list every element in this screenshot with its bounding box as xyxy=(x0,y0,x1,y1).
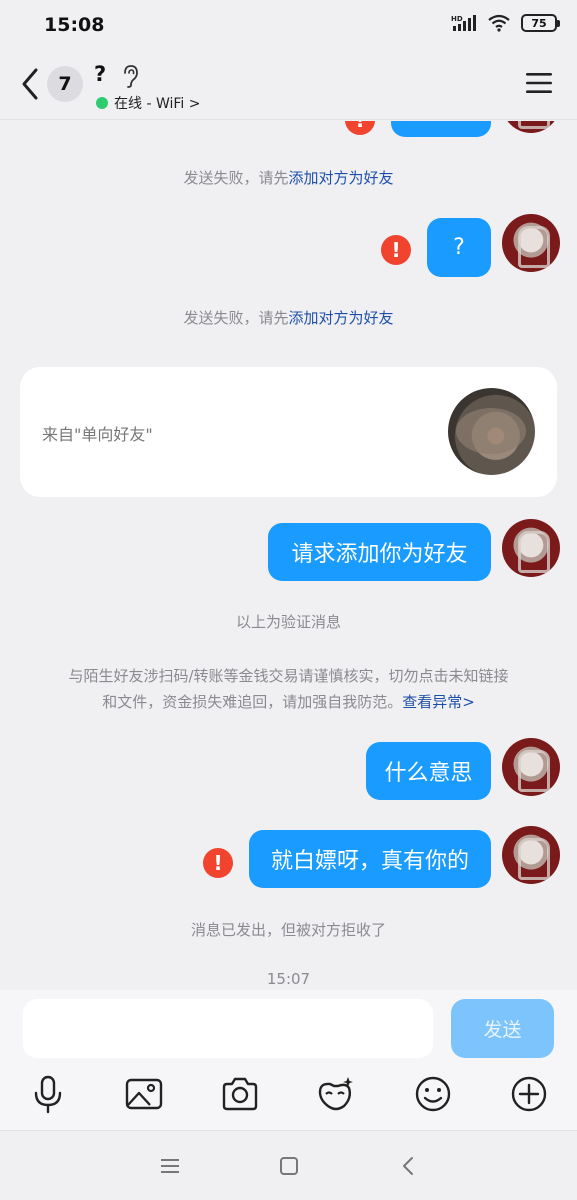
microphone-icon[interactable] xyxy=(28,1074,68,1114)
message-bubble[interactable]: 请求添加你为好友 xyxy=(268,523,491,581)
add-friend-link[interactable]: 添加对方为好友 xyxy=(289,309,394,327)
home-icon[interactable] xyxy=(276,1153,302,1179)
svg-text:HD: HD xyxy=(451,15,463,23)
message-bubble[interactable]: 什么意思 xyxy=(366,742,491,800)
my-avatar[interactable] xyxy=(502,519,560,577)
nav-back-icon[interactable] xyxy=(396,1153,422,1179)
my-avatar[interactable] xyxy=(502,121,560,133)
message-timestamp: 15:07 xyxy=(266,970,311,988)
message-input[interactable] xyxy=(23,999,433,1058)
error-icon[interactable]: ! xyxy=(203,848,233,878)
recent-apps-icon[interactable] xyxy=(157,1153,183,1179)
send-failed-notice: 发送失败，请先添加对方为好友 xyxy=(183,169,394,187)
message-bubble[interactable]: ? xyxy=(427,218,491,277)
requester-avatar[interactable] xyxy=(448,388,535,475)
back-icon[interactable] xyxy=(16,64,44,104)
security-warning: 与陌生好友涉扫码/转账等金钱交易请谨慎核实，切勿点击未知链接 和文件，资金损失难… xyxy=(68,667,509,711)
friend-request-card[interactable]: 来自"单向好友" xyxy=(20,367,557,497)
error-icon[interactable]: ! xyxy=(381,235,411,265)
status-time: 15:08 xyxy=(44,14,105,36)
card-source-label: 来自"单向好友" xyxy=(42,425,153,444)
signal-icon: HD xyxy=(451,15,476,31)
my-avatar[interactable] xyxy=(502,214,560,272)
error-icon[interactable]: ! xyxy=(345,121,375,135)
wifi-icon xyxy=(488,14,510,32)
battery-icon: 75 xyxy=(521,14,560,32)
online-dot xyxy=(96,97,108,109)
message-bubble[interactable]: 就白嫖呀，真有你的 xyxy=(249,830,491,888)
camera-icon[interactable] xyxy=(220,1074,260,1114)
my-avatar[interactable] xyxy=(502,738,560,796)
mask-icon[interactable] xyxy=(316,1074,356,1114)
my-avatar[interactable] xyxy=(502,826,560,884)
send-failed-notice: 发送失败，请先添加对方为好友 xyxy=(183,309,394,327)
status-bar: 15:08 HD 75 xyxy=(0,0,577,50)
send-button[interactable]: 发送 xyxy=(451,999,554,1058)
emoji-icon[interactable] xyxy=(413,1074,453,1114)
online-status-label: 在线 - WiFi > xyxy=(114,96,201,112)
online-status[interactable]: 在线 - WiFi > xyxy=(96,93,200,113)
unread-count-badge[interactable]: 7 xyxy=(47,66,83,102)
verify-note: 以上为验证消息 xyxy=(235,613,341,631)
status-icons: HD 75 xyxy=(451,14,560,32)
rejected-notice: 消息已发出，但被对方拒收了 xyxy=(190,921,386,939)
view-anomaly-link[interactable]: 查看异常> xyxy=(402,693,475,711)
ear-icon[interactable] xyxy=(120,64,140,88)
message-list[interactable]: ! 发送失败，请先添加对方为好友 ! ? 发送失败，请先添加对方为好友 来自"单… xyxy=(0,121,577,990)
menu-icon[interactable] xyxy=(525,70,553,96)
contact-name[interactable]: ? xyxy=(94,62,106,86)
input-area: 发送 xyxy=(0,990,577,1130)
chat-header: 7 ? 在线 - WiFi > xyxy=(0,50,577,120)
image-icon[interactable] xyxy=(124,1074,164,1114)
add-friend-link[interactable]: 添加对方为好友 xyxy=(289,169,394,187)
system-nav-bar xyxy=(0,1130,577,1200)
message-bubble-clipped[interactable] xyxy=(391,121,491,137)
plus-icon[interactable] xyxy=(509,1074,549,1114)
